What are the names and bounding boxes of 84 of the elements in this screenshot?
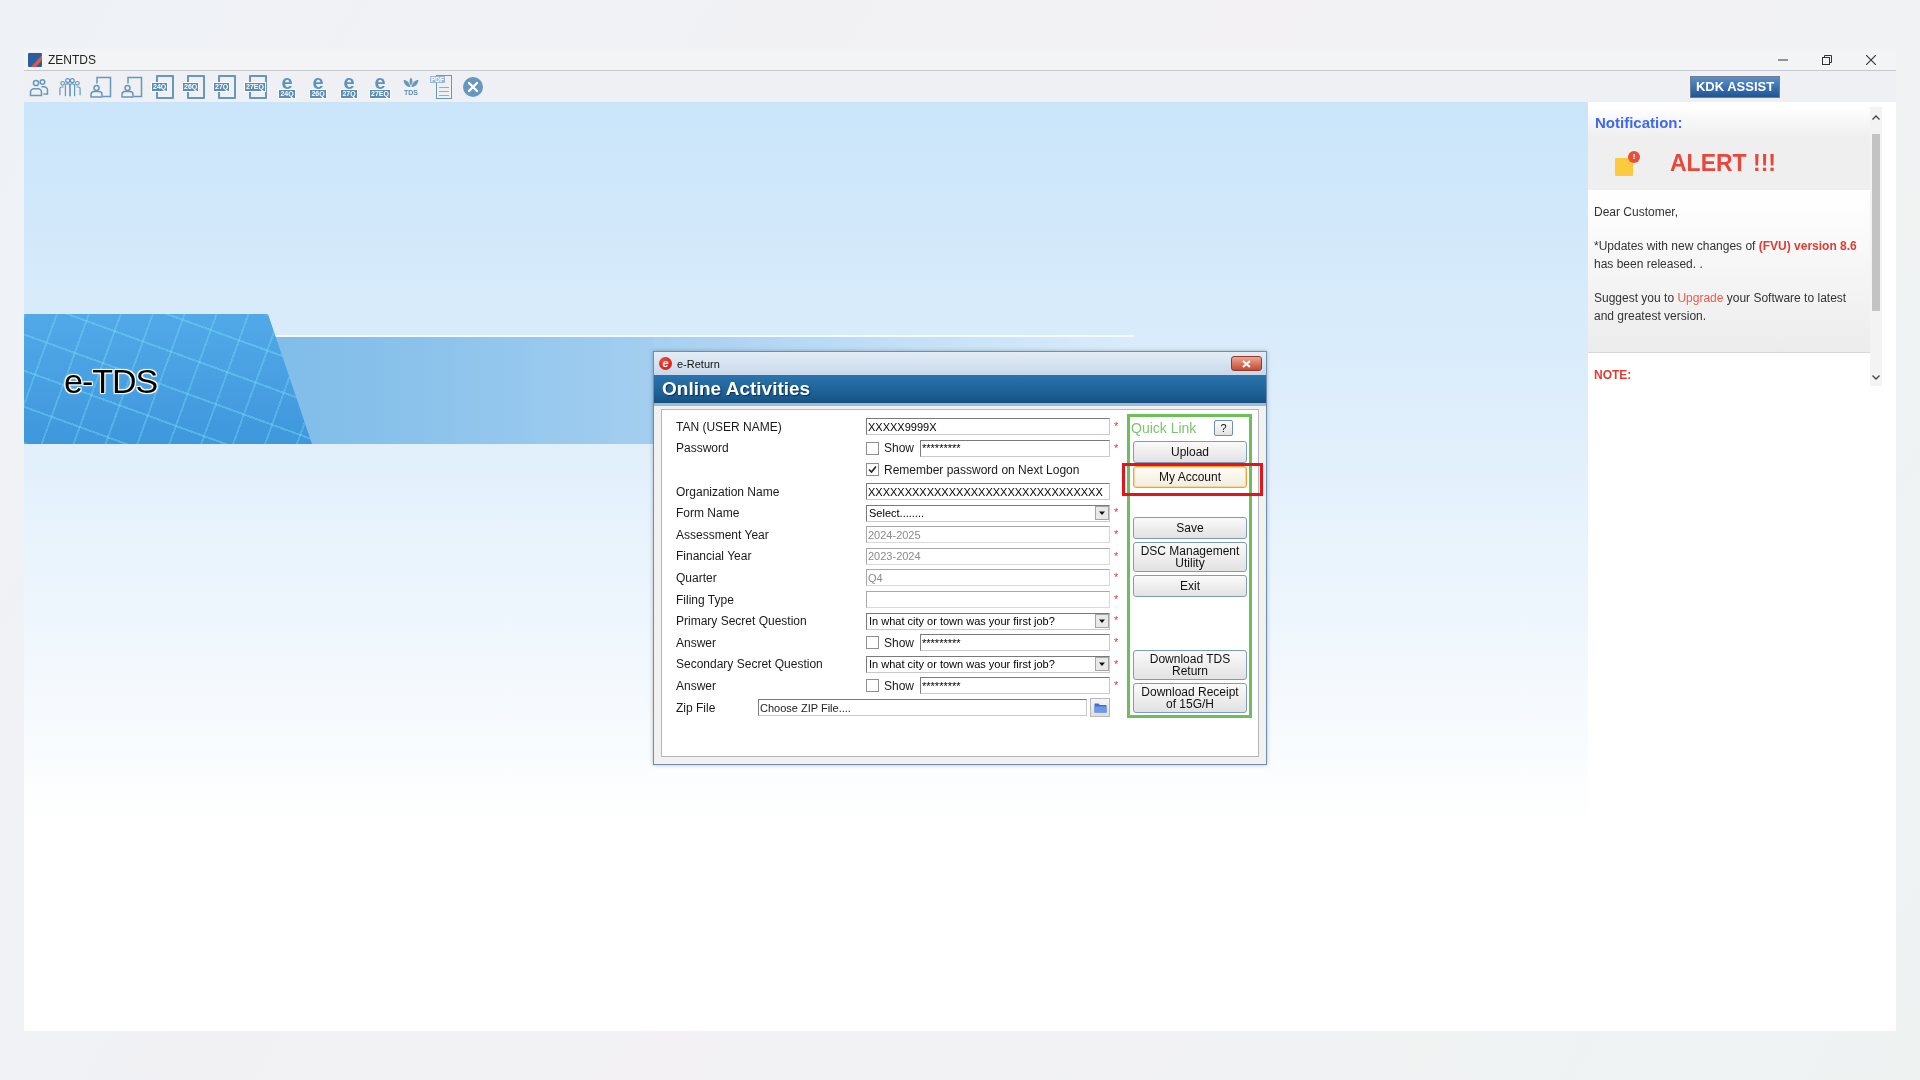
quick-link-button[interactable]: Download TDS Return: [1133, 650, 1247, 680]
note-icon: [1615, 158, 1633, 176]
person-frame-icon[interactable]: [90, 75, 112, 98]
field-label: Answer: [676, 678, 717, 693]
checkbox[interactable]: [866, 441, 879, 455]
help-button[interactable]: ?: [1214, 420, 1233, 436]
quick-link-button[interactable]: DSC Management Utility: [1133, 542, 1247, 572]
dropdown-field[interactable]: In what city or town was your first job?: [866, 655, 1110, 673]
minimize-icon[interactable]: [1778, 58, 1788, 61]
quick-link-button[interactable]: Save: [1133, 517, 1247, 539]
alert-badge: !: [1628, 151, 1640, 163]
restore-icon[interactable]: [1822, 54, 1832, 65]
field-label: TAN (USER NAME): [676, 419, 783, 434]
quick-link-button[interactable]: Exit: [1133, 575, 1247, 597]
banner-title: e-TDS: [64, 362, 158, 401]
field-label: Primary Secret Question: [676, 614, 808, 629]
required-mark: *: [1114, 571, 1119, 584]
scrollbar-thumb[interactable]: [1872, 134, 1880, 311]
required-mark: *: [1114, 527, 1119, 540]
required-mark: *: [1114, 420, 1119, 432]
quick-link-title: Quick Link: [1131, 420, 1197, 436]
dialog-title: e-Return: [677, 357, 720, 370]
file-path-field[interactable]: Choose ZIP File....: [758, 699, 1087, 716]
field-label: Password: [676, 441, 730, 456]
close-icon: [1242, 359, 1251, 368]
notification-heading: Notification:: [1588, 107, 1870, 137]
people-icon[interactable]: [29, 76, 49, 97]
caret-icon: [1095, 657, 1109, 672]
password-field[interactable]: *********: [920, 677, 1110, 695]
checkbox-label: Remember password on Next Logon: [884, 463, 1080, 477]
quick-link-button[interactable]: Upload: [1133, 441, 1247, 463]
person-frame-icon[interactable]: [121, 75, 143, 98]
required-mark: *: [1114, 506, 1119, 519]
dropdown-field[interactable]: Select........: [866, 504, 1110, 522]
chevron-down-icon[interactable]: [1872, 375, 1880, 380]
checkbox-label: Show: [884, 441, 915, 456]
checkbox-label: Show: [884, 678, 915, 693]
notification-text: Suggest you to Upgrade your Software to latest and greatest version.: [1594, 290, 1848, 325]
required-mark: *: [1114, 657, 1119, 670]
text-field[interactable]: XXXXXXXXXXXXXXXXXXXXXXXXXXXXXXXX: [866, 483, 1110, 501]
password-field[interactable]: *********: [920, 634, 1110, 652]
field-label: Zip File: [676, 700, 717, 715]
field-label: Financial Year: [676, 549, 753, 564]
required-mark: *: [1114, 441, 1119, 454]
close-button[interactable]: [1231, 356, 1262, 371]
app-logo-icon: [28, 52, 42, 67]
quick-link-button[interactable]: Download Receipt of 15G/H: [1133, 683, 1247, 713]
required-mark: *: [1114, 549, 1119, 562]
password-field[interactable]: *********: [920, 439, 1110, 457]
required-mark: *: [1114, 679, 1119, 692]
lotus-icon: [403, 76, 419, 88]
scrollbar[interactable]: [1870, 107, 1882, 386]
group-icon[interactable]: [59, 75, 81, 98]
caret-icon: [1095, 614, 1109, 629]
field-label: Answer: [676, 635, 717, 650]
browse-button[interactable]: [1090, 698, 1110, 717]
caret-icon: [1095, 506, 1109, 521]
field-label: Organization Name: [676, 484, 781, 499]
field-label: Filing Type: [676, 592, 735, 607]
checkbox[interactable]: [866, 636, 879, 650]
alert-title: ALERT !!!: [1670, 150, 1777, 177]
field-label: Form Name: [676, 506, 741, 521]
field-label: Secondary Secret Question: [676, 657, 824, 672]
field-label: Assessment Year: [676, 527, 770, 542]
window-title: ZENTDS: [48, 52, 96, 67]
required-mark: *: [1114, 592, 1119, 605]
note-heading: NOTE:: [1594, 368, 1632, 382]
close-icon[interactable]: [1866, 54, 1876, 65]
quick-link-button[interactable]: My Account: [1133, 466, 1247, 488]
required-mark: *: [1114, 635, 1119, 648]
chevron-up-icon[interactable]: [1872, 115, 1880, 120]
dropdown-field[interactable]: In what city or town was your first job?: [866, 612, 1110, 630]
folder-icon: [1093, 702, 1107, 713]
notification-text: Dear Customer,: [1594, 204, 1680, 221]
dialog-heading: Online Activities: [654, 375, 1266, 406]
notification-text: *Updates with new changes of (FVU) version 8.6 has been released. .: [1594, 238, 1858, 273]
app-logo: e: [659, 357, 672, 370]
field-label: Quarter: [676, 570, 718, 585]
checkbox-label: Show: [884, 635, 915, 650]
checkbox[interactable]: [866, 463, 879, 477]
text-field[interactable]: XXXXX9999X: [866, 418, 1110, 436]
required-mark: *: [1114, 614, 1119, 627]
assist-button[interactable]: KDK ASSIST: [1690, 75, 1780, 98]
checkbox[interactable]: [866, 679, 879, 693]
